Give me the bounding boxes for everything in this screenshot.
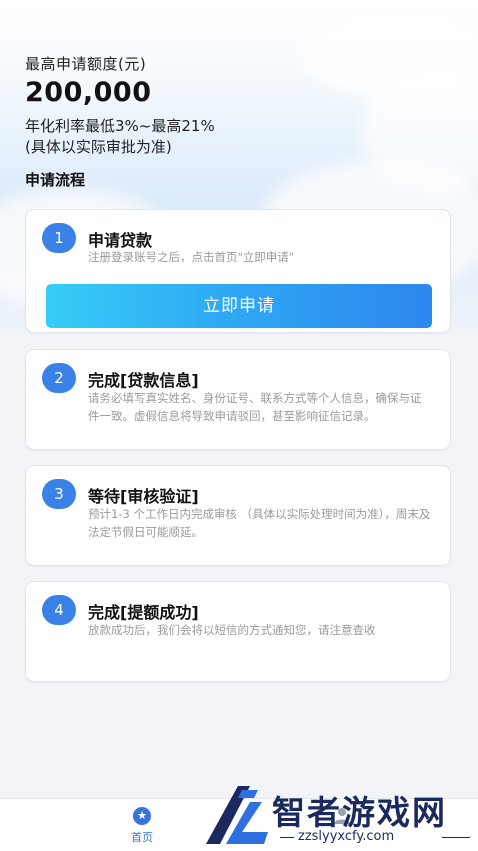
step-card-review: 3 等待[审核验证] 预计1-3 个工作日内完成审核 （具体以实际处理时间为准）…	[25, 465, 451, 566]
step-number-badge: 3	[42, 479, 76, 509]
star-icon: ★	[133, 807, 151, 825]
step-title: 完成[贷款信息]	[88, 371, 199, 390]
step-number-badge: 4	[42, 595, 76, 625]
step-card-loan-info: 2 完成[贷款信息] 请务必填写真实姓名、身份证号、联系方式等个人信息，确保与证…	[25, 349, 451, 450]
apply-now-button[interactable]: 立即申请	[46, 284, 432, 328]
watermark-divider-right	[442, 837, 470, 838]
step-description: 预计1-3 个工作日内完成审核 （具体以实际处理时间为准），周末及法定节假日可能…	[88, 507, 431, 539]
interest-rate-note: (具体以实际审批为准)	[25, 138, 172, 156]
step-title: 完成[提额成功]	[88, 603, 199, 622]
step-card-apply: 1 申请贷款 注册登录账号之后，点击首页"立即申请" 立即申请	[25, 209, 451, 333]
tab-home[interactable]: ★ 首页	[118, 805, 166, 847]
watermark-logo-icon	[206, 786, 268, 844]
step-number-badge: 2	[42, 363, 76, 393]
process-title: 申请流程	[25, 171, 86, 189]
watermark-url: zzslyyxcfy.com	[298, 829, 395, 844]
watermark-site-name: 智者游戏网	[272, 793, 447, 832]
step-title: 等待[审核验证]	[88, 487, 199, 506]
watermark-divider-left	[280, 837, 294, 838]
interest-rate-range: 年化利率最低3%~最高21%	[25, 117, 215, 135]
step-number-badge: 1	[42, 223, 76, 253]
step-description: 注册登录账号之后，点击首页"立即申请"	[88, 250, 295, 264]
step-description: 请务必填写真实姓名、身份证号、联系方式等个人信息，确保与证件一致。虚假信息将导致…	[88, 391, 422, 423]
step-card-success: 4 完成[提额成功] 放款成功后，我们会将以短信的方式通知您，请注意查收	[25, 581, 451, 682]
tab-home-label: 首页	[131, 831, 153, 844]
max-quota-label: 最高申请额度(元)	[25, 55, 147, 73]
max-quota-amount: 200,000	[25, 77, 152, 108]
step-description: 放款成功后，我们会将以短信的方式通知您，请注意查收	[88, 623, 376, 637]
